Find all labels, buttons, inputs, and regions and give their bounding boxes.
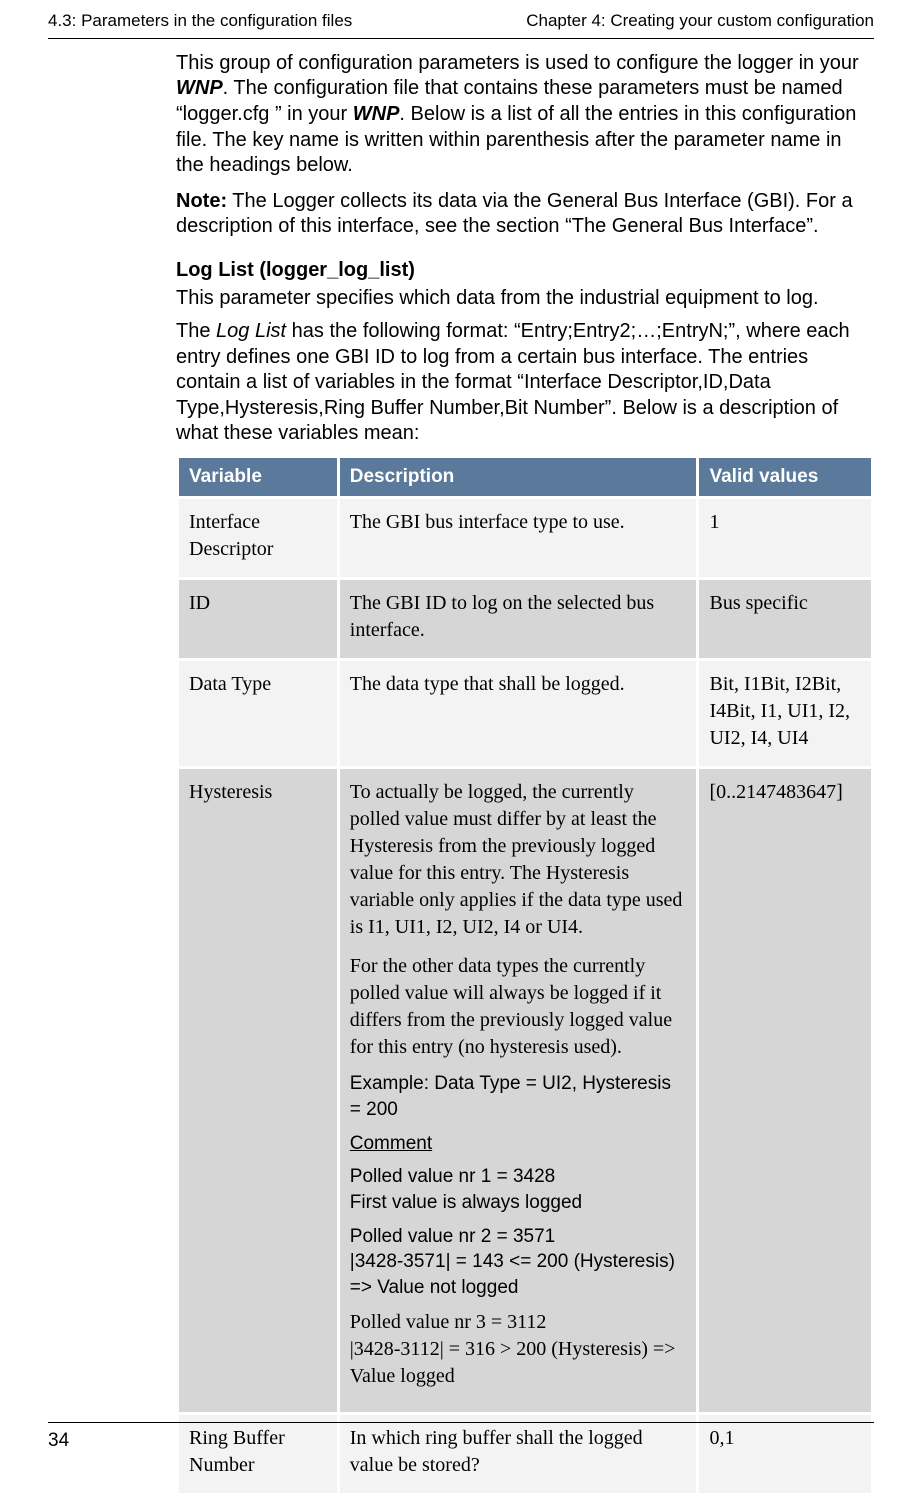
page-footer: 34 — [0, 1422, 922, 1453]
wnp-acronym: WNP — [176, 77, 223, 99]
cell-description: To actually be logged, the currently pol… — [340, 769, 697, 1411]
cell-variable: Hysteresis — [179, 769, 337, 1411]
loglist-heading: Log List (logger_log_list) — [176, 258, 874, 284]
header-left: 4.3: Parameters in the configuration fil… — [48, 10, 352, 32]
example-step: Polled value nr 2 = 3571 |3428-3571| = 1… — [350, 1224, 687, 1301]
ex-line: First value is always logged — [350, 1192, 582, 1213]
cell-valid: [0..2147483647] — [699, 769, 871, 1411]
variables-table: Variable Description Valid values Interf… — [176, 455, 874, 1495]
footer-rule — [48, 1422, 874, 1423]
ex-line: |3428-3112| = 316 > 200 (Hysteresis) => … — [350, 1338, 676, 1387]
table-row: Hysteresis To actually be logged, the cu… — [179, 769, 871, 1411]
text: The — [176, 320, 216, 342]
cell-valid: Bus specific — [699, 580, 871, 658]
page-number: 34 — [48, 1429, 874, 1453]
cell-valid: 1 — [699, 499, 871, 577]
running-header: 4.3: Parameters in the configuration fil… — [48, 10, 874, 38]
example-block: Example: Data Type = UI2, Hysteresis = 2… — [350, 1071, 687, 1389]
cell-variable: Data Type — [179, 661, 337, 766]
cell-variable: Interface Descriptor — [179, 499, 337, 577]
example-step: Polled value nr 1 = 3428 First value is … — [350, 1164, 687, 1215]
ex-line: Polled value nr 3 = 3112 — [350, 1311, 547, 1333]
ex-line: Polled value nr 1 = 3428 — [350, 1166, 555, 1187]
th-valid-values: Valid values — [699, 458, 871, 496]
ex-line: Polled value nr 2 = 3571 — [350, 1226, 555, 1247]
loglist-p2: The Log List has the following format: “… — [176, 319, 874, 447]
page: 4.3: Parameters in the configuration fil… — [0, 0, 922, 1496]
hyst-p2: For the other data types the currently p… — [350, 953, 687, 1061]
example-comment-label: Comment — [350, 1133, 432, 1154]
example-title: Example: Data Type = UI2, Hysteresis = 2… — [350, 1071, 687, 1122]
table-row: ID The GBI ID to log on the selected bus… — [179, 580, 871, 658]
note-body: The Logger collects its data via the Gen… — [176, 190, 853, 238]
cell-description: The GBI ID to log on the selected bus in… — [340, 580, 697, 658]
th-variable: Variable — [179, 458, 337, 496]
intro-text: This group of configuration parameters i… — [176, 52, 859, 74]
table-header-row: Variable Description Valid values — [179, 458, 871, 496]
table-row: Data Type The data type that shall be lo… — [179, 661, 871, 766]
cell-valid: Bit, I1Bit, I2Bit, I4Bit, I1, UI1, I2, U… — [699, 661, 871, 766]
th-description: Description — [340, 458, 697, 496]
example-step: Polled value nr 3 = 3112 |3428-3112| = 3… — [350, 1309, 687, 1390]
content-area: This group of configuration parameters i… — [48, 39, 874, 1496]
cell-description: The GBI bus interface type to use. — [340, 499, 697, 577]
intro-paragraph: This group of configuration parameters i… — [176, 51, 874, 179]
table-row: Interface Descriptor The GBI bus interfa… — [179, 499, 871, 577]
loglist-p1: This parameter specifies which data from… — [176, 286, 874, 312]
ex-line: |3428-3571| = 143 <= 200 (Hysteresis) =>… — [350, 1251, 675, 1298]
header-right: Chapter 4: Creating your custom configur… — [526, 10, 874, 32]
cell-description: The data type that shall be logged. — [340, 661, 697, 766]
cell-variable: ID — [179, 580, 337, 658]
wnp-acronym: WNP — [353, 103, 400, 125]
note-paragraph: Note: The Logger collects its data via t… — [176, 189, 874, 240]
hyst-p1: To actually be logged, the currently pol… — [350, 779, 687, 941]
note-label: Note: — [176, 190, 227, 212]
loglist-term: Log List — [216, 320, 286, 342]
